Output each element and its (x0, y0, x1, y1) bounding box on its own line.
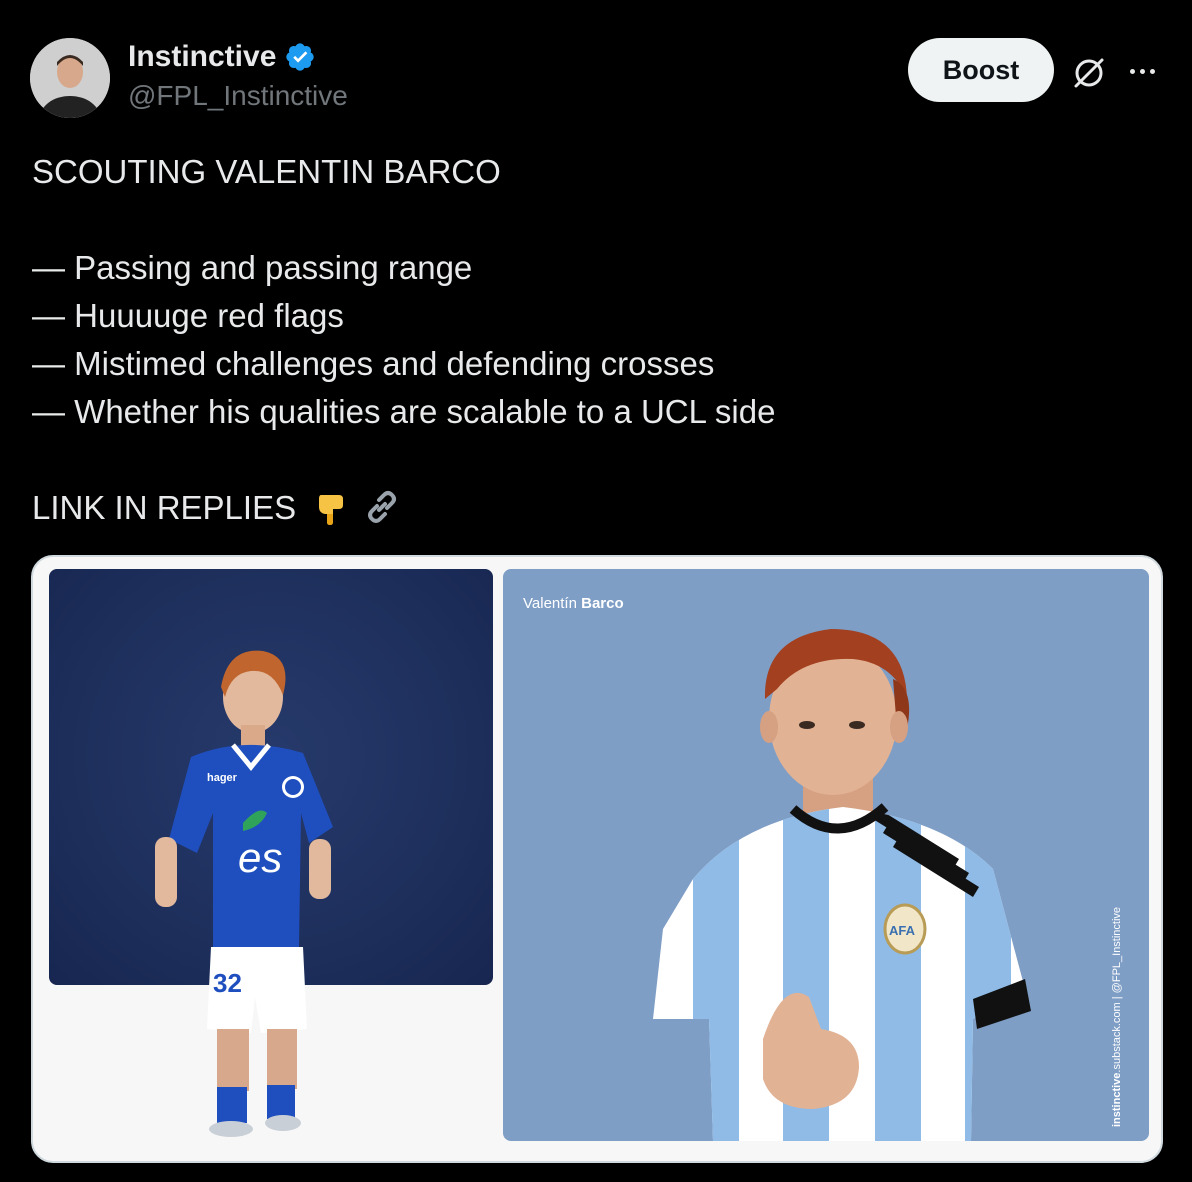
kit-sponsor-text: es (238, 834, 282, 881)
tweet-bullet: — Passing and passing range (32, 249, 473, 286)
argentina-player-image: AFA (653, 629, 1031, 1141)
author-name-row[interactable]: Instinctive (128, 40, 316, 74)
image-credit-bold: instinctive (1111, 1072, 1123, 1127)
panel-player-name: Valentín Barco (523, 595, 624, 612)
boost-button[interactable]: Boost (908, 38, 1054, 102)
kit-brand-text: hager (207, 772, 238, 784)
verified-badge-icon (286, 43, 315, 71)
panel-last-name: Barco (581, 595, 624, 612)
tweet-title: SCOUTING VALENTIN BARCO (32, 153, 501, 190)
image-credit: instinctive.substack.com | @FPL_Instinct… (1111, 907, 1123, 1127)
tweet-bullet: — Whether his qualities are scalable to … (32, 393, 776, 430)
strasbourg-player-image: es hager 32 (155, 650, 333, 1137)
right-photo-panel: Valentín Barco AFA instinctive.substack.… (503, 569, 1149, 1141)
avatar[interactable] (30, 38, 110, 118)
panel-first-name: Valentín (523, 595, 577, 612)
more-icon[interactable] (1124, 56, 1160, 86)
author-handle[interactable]: @FPL_Instinctive (128, 80, 348, 112)
tweet-bullet: — Mistimed challenges and defending cros… (32, 345, 715, 382)
image-credit-rest: .substack.com | @FPL_Instinctive (1111, 906, 1123, 1073)
tweet-bullet: — Huuuuge red flags (32, 297, 344, 334)
afa-badge-text: AFA (889, 923, 916, 938)
pointing-down-hand-icon (319, 495, 344, 525)
kit-number-text: 32 (213, 968, 242, 998)
tweet-text: SCOUTING VALENTIN BARCO — Passing and pa… (32, 148, 1152, 532)
link-icon (368, 491, 397, 523)
avatar-image (30, 38, 110, 118)
author-display-name[interactable]: Instinctive (128, 40, 276, 74)
tweet-cta-row: LINK IN REPLIES (32, 484, 1152, 532)
tweet-cta: LINK IN REPLIES (32, 489, 297, 526)
grok-icon[interactable] (1070, 54, 1108, 92)
media-image-card[interactable]: es hager 32 Valentín Barco AFA instincti… (31, 555, 1163, 1163)
